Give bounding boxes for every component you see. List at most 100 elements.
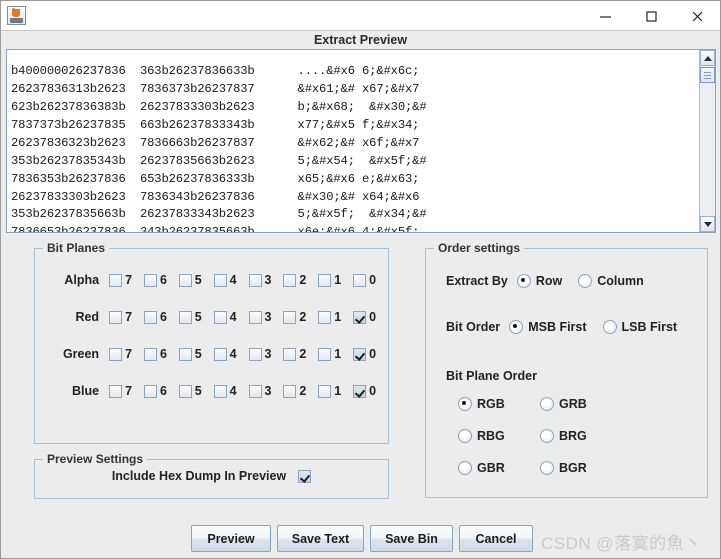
maximize-button[interactable] — [628, 1, 674, 31]
extract-by-column[interactable]: Column — [578, 274, 644, 288]
scroll-up-arrow-icon[interactable] — [700, 50, 715, 66]
dialog-title-text: Extract Preview — [313, 33, 408, 47]
save-text-button[interactable]: Save Text — [277, 525, 364, 552]
checkbox-blue-bit-0[interactable] — [353, 384, 367, 398]
bit-order-row: Bit Order MSB First LSB First — [446, 320, 693, 334]
bit-plane-cell: 2 — [283, 347, 318, 361]
radio-icon[interactable] — [516, 274, 531, 288]
bit-plane-order-row: RGB GRB — [458, 397, 622, 411]
radio-icon[interactable] — [602, 320, 617, 334]
cancel-button[interactable]: Cancel — [459, 525, 533, 552]
checkbox-blue-bit-3[interactable] — [248, 384, 262, 398]
bit-plane-cell: 3 — [248, 347, 284, 361]
checkbox-blue-bit-4[interactable] — [213, 384, 227, 398]
bit-plane-cell: 1 — [318, 384, 353, 398]
bit-index-label: 2 — [299, 347, 307, 361]
bit-plane-cell: 1 — [318, 273, 353, 287]
checkbox-blue-bit-1[interactable] — [318, 384, 332, 398]
bit-index-label: 3 — [264, 273, 272, 287]
scrollbar-track[interactable] — [700, 66, 715, 216]
checkbox-alpha-bit-7[interactable] — [109, 273, 123, 287]
include-hex-dump-checkbox[interactable] — [298, 469, 312, 483]
checkbox-alpha-bit-4[interactable] — [213, 273, 227, 287]
window-titlebar — [1, 1, 720, 31]
maximize-icon — [645, 10, 657, 22]
checkbox-red-bit-7[interactable] — [109, 310, 123, 324]
checkbox-green-bit-7[interactable] — [109, 347, 123, 361]
bit-plane-cell: 7 — [109, 273, 144, 287]
checkbox-green-bit-5[interactable] — [178, 347, 192, 361]
checkbox-blue-bit-2[interactable] — [283, 384, 297, 398]
preview-button[interactable]: Preview — [191, 525, 271, 552]
bit-plane-order-bgr[interactable]: BGR — [540, 461, 622, 475]
bit-plane-cell: 6 — [143, 347, 179, 361]
bit-plane-order-brg[interactable]: BRG — [540, 429, 622, 443]
checkbox-red-bit-2[interactable] — [283, 310, 297, 324]
bit-plane-order-row: RBG BRG — [458, 429, 622, 443]
bit-plane-cell: 2 — [283, 310, 318, 324]
save-bin-button[interactable]: Save Bin — [370, 525, 453, 552]
bit-plane-channel-label: Alpha — [64, 273, 100, 287]
extract-preview-dialog: Extract Preview b400000026237836 363b262… — [0, 0, 721, 559]
checkbox-green-bit-3[interactable] — [248, 347, 262, 361]
checkbox-alpha-bit-2[interactable] — [283, 273, 297, 287]
preview-vertical-scrollbar[interactable] — [699, 50, 715, 232]
bit-order-msb-first[interactable]: MSB First — [509, 320, 587, 334]
bit-plane-cell: 1 — [318, 310, 353, 324]
checkbox-red-bit-1[interactable] — [318, 310, 332, 324]
close-button[interactable] — [674, 1, 720, 31]
checkbox-alpha-bit-0[interactable] — [353, 273, 367, 287]
checkbox-red-bit-6[interactable] — [143, 310, 157, 324]
scrollbar-thumb[interactable] — [700, 67, 715, 83]
bit-order-lsb-first[interactable]: LSB First — [602, 320, 677, 334]
preview-settings-legend: Preview Settings — [43, 452, 148, 466]
bit-plane-cell: 7 — [109, 310, 144, 324]
bit-plane-cell: 7 — [109, 384, 144, 398]
radio-label: GRB — [559, 397, 587, 411]
bit-plane-cell: 7 — [109, 347, 144, 361]
radio-label: GBR — [477, 461, 505, 475]
bit-plane-cell: 5 — [178, 273, 214, 287]
bit-plane-cell: 5 — [178, 310, 214, 324]
radio-icon[interactable] — [540, 429, 554, 443]
preview-settings-panel: Preview Settings Include Hex Dump In Pre… — [34, 452, 389, 499]
checkbox-green-bit-2[interactable] — [283, 347, 297, 361]
extract-by-row[interactable]: Row — [516, 274, 562, 288]
checkbox-green-bit-6[interactable] — [143, 347, 157, 361]
bit-plane-order-gbr[interactable]: GBR — [458, 461, 540, 475]
bit-index-label: 4 — [229, 347, 237, 361]
bit-plane-cell: 3 — [248, 310, 284, 324]
checkbox-red-bit-3[interactable] — [248, 310, 262, 324]
checkbox-red-bit-4[interactable] — [213, 310, 227, 324]
checkbox-alpha-bit-6[interactable] — [143, 273, 157, 287]
bit-plane-order-rbg[interactable]: RBG — [458, 429, 540, 443]
extract-by-label: Extract By — [446, 274, 508, 288]
checkbox-blue-bit-5[interactable] — [178, 384, 192, 398]
include-hex-dump-row: Include Hex Dump In Preview — [35, 469, 388, 483]
radio-icon[interactable] — [458, 461, 472, 475]
radio-icon[interactable] — [509, 320, 524, 334]
radio-icon[interactable] — [540, 461, 554, 475]
minimize-button[interactable] — [582, 1, 628, 31]
radio-icon[interactable] — [540, 397, 554, 411]
checkbox-alpha-bit-1[interactable] — [318, 273, 332, 287]
checkbox-alpha-bit-3[interactable] — [248, 273, 262, 287]
bit-plane-order-rgb[interactable]: RGB — [458, 397, 540, 411]
checkbox-alpha-bit-5[interactable] — [178, 273, 192, 287]
checkbox-blue-bit-6[interactable] — [143, 384, 157, 398]
checkbox-red-bit-5[interactable] — [178, 310, 192, 324]
checkbox-blue-bit-7[interactable] — [109, 384, 123, 398]
checkbox-green-bit-4[interactable] — [213, 347, 227, 361]
hex-preview-area[interactable]: b400000026237836 363b26237836633b ....&#… — [6, 49, 716, 233]
bit-index-label: 4 — [229, 273, 237, 287]
bit-plane-order-grb[interactable]: GRB — [540, 397, 622, 411]
scroll-down-arrow-icon[interactable] — [700, 216, 715, 232]
radio-label: RBG — [477, 429, 505, 443]
checkbox-green-bit-1[interactable] — [318, 347, 332, 361]
radio-icon[interactable] — [458, 429, 472, 443]
checkbox-red-bit-0[interactable] — [353, 310, 367, 324]
radio-icon[interactable] — [578, 274, 593, 288]
radio-icon[interactable] — [458, 397, 472, 411]
checkbox-green-bit-0[interactable] — [353, 347, 367, 361]
bit-plane-order-row: GBR BGR — [458, 461, 622, 475]
